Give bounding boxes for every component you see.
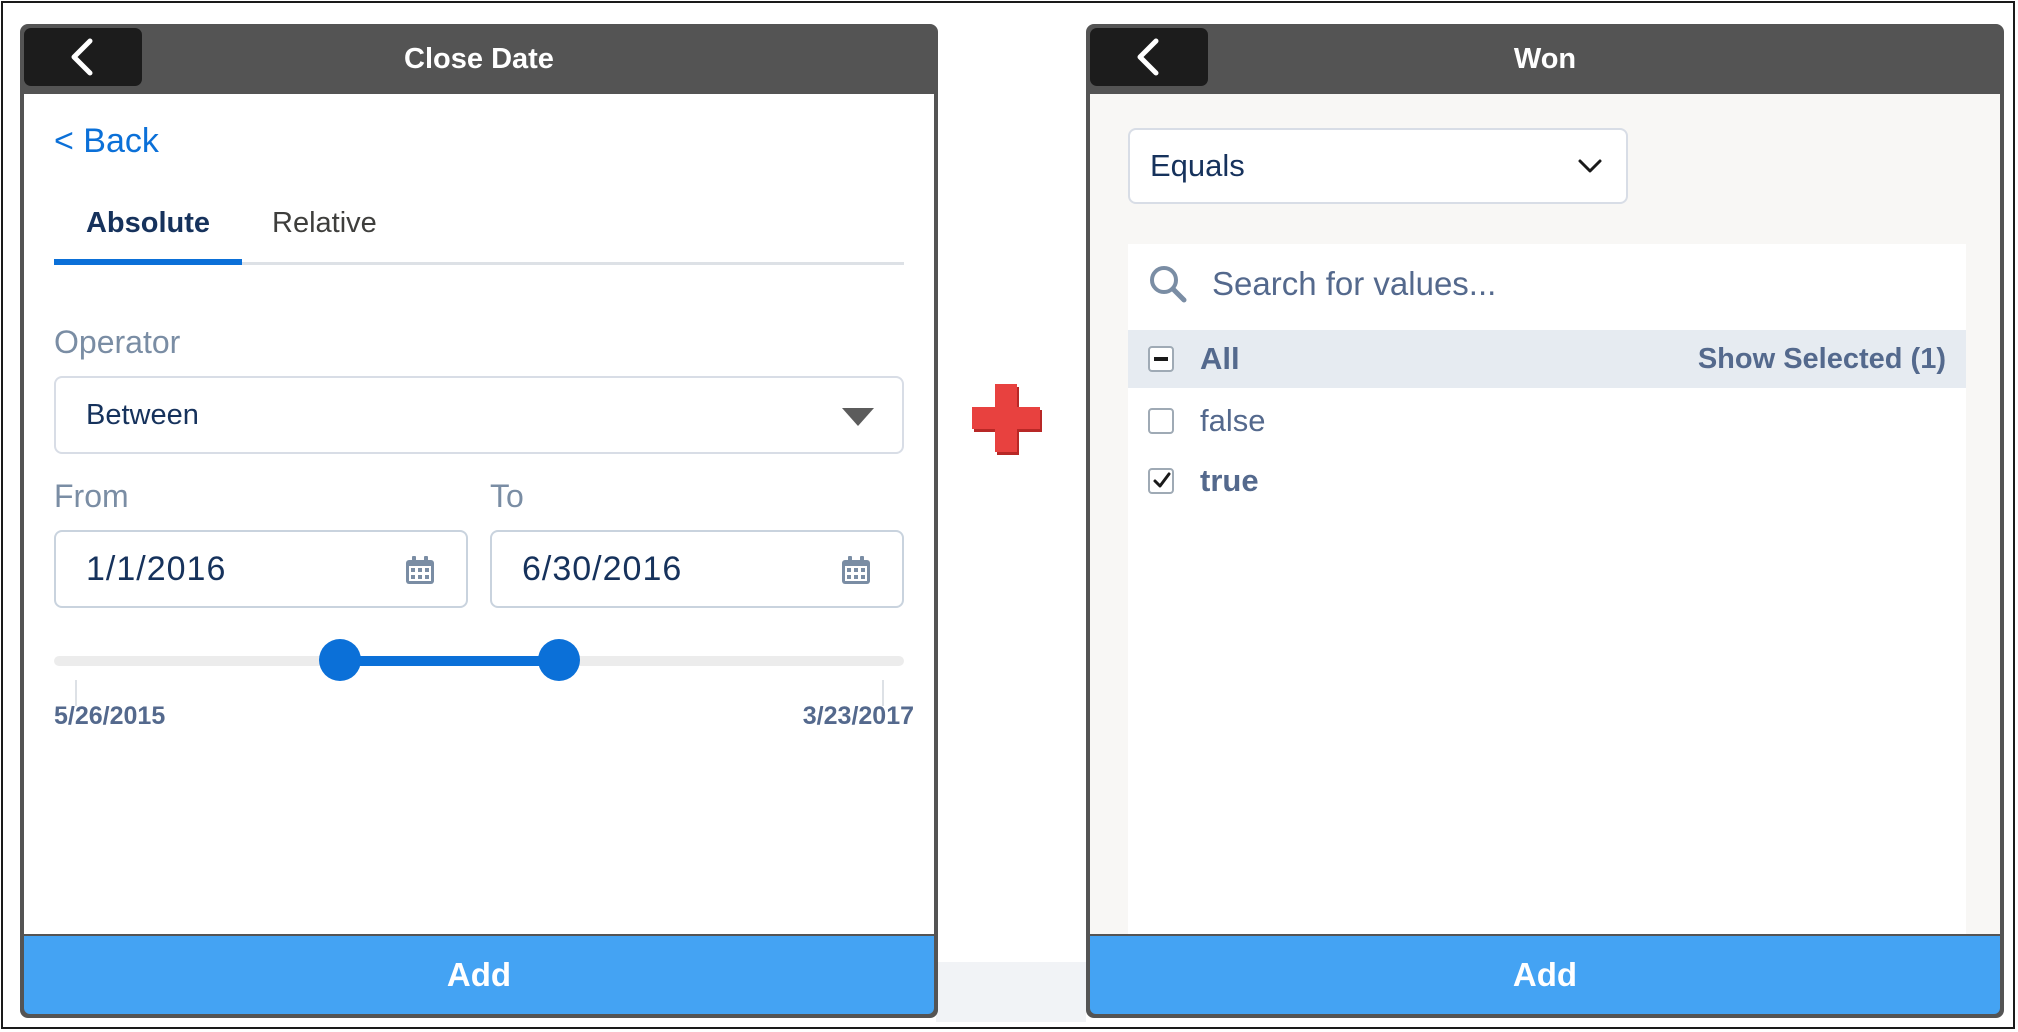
close-date-filter-panel: Close Date < Back Absolute Relative Oper… — [20, 24, 938, 1018]
panel-header: Won — [1086, 24, 2004, 94]
from-label: From — [54, 478, 129, 514]
calendar-icon[interactable] — [404, 554, 436, 586]
checkmark-icon — [1153, 472, 1171, 488]
add-button[interactable]: Add — [24, 936, 934, 1014]
panel-body: Equals All Show Selected (1) — [1090, 94, 2000, 934]
caret-down-icon — [842, 408, 874, 426]
chevron-left-icon — [1137, 38, 1159, 76]
operator-select[interactable]: Equals — [1128, 128, 1628, 204]
plus-icon — [972, 384, 1042, 455]
search-row — [1128, 244, 1966, 324]
slider-thumb-start[interactable] — [318, 639, 361, 681]
list-item[interactable]: true — [1128, 452, 1966, 512]
list-item[interactable]: false — [1128, 392, 1966, 452]
slider-selected-range — [339, 656, 559, 666]
background-strip — [936, 962, 1086, 1022]
indeterminate-minus-icon — [1154, 357, 1168, 361]
chevron-down-icon — [1578, 159, 1602, 173]
range-max-label: 3/23/2017 — [802, 702, 914, 730]
panel-header: Close Date — [20, 24, 938, 94]
from-date-value: 1/1/2016 — [86, 550, 227, 588]
chevron-left-icon — [71, 38, 93, 76]
panel-title: Close Date — [404, 43, 554, 75]
value-checkbox-true[interactable] — [1148, 468, 1174, 494]
value-checkbox-false[interactable] — [1148, 408, 1174, 434]
operator-label: Operator — [54, 324, 181, 360]
tab-relative[interactable]: Relative — [272, 190, 377, 262]
date-range-slider[interactable] — [54, 639, 904, 681]
tab-absolute[interactable]: Absolute — [54, 190, 242, 265]
calendar-icon[interactable] — [840, 554, 872, 586]
panel-title: Won — [1513, 43, 1577, 75]
operator-select[interactable]: Between — [54, 376, 904, 454]
range-min-label: 5/26/2015 — [54, 702, 166, 730]
header-back-button[interactable] — [1090, 28, 1208, 86]
date-mode-tabs: Absolute Relative — [54, 190, 904, 265]
select-all-row[interactable]: All Show Selected (1) — [1128, 330, 1966, 388]
show-selected-link[interactable]: Show Selected (1) — [1698, 330, 1946, 388]
value-label: false — [1200, 403, 1266, 438]
value-label: true — [1200, 463, 1259, 498]
from-date-field[interactable]: 1/1/2016 — [54, 530, 468, 608]
select-all-label: All — [1200, 341, 1240, 376]
to-label: To — [490, 478, 524, 514]
search-icon — [1150, 266, 1187, 303]
operator-select-value: Between — [86, 399, 199, 431]
select-all-checkbox[interactable] — [1148, 346, 1174, 372]
slider-thumb-end[interactable] — [537, 639, 580, 681]
to-date-value: 6/30/2016 — [522, 550, 683, 588]
back-link[interactable]: < Back — [54, 122, 159, 161]
to-date-field[interactable]: 6/30/2016 — [490, 530, 904, 608]
add-button[interactable]: Add — [1090, 936, 2000, 1014]
operator-select-value: Equals — [1150, 148, 1245, 183]
search-input[interactable] — [1212, 258, 1912, 310]
header-back-button[interactable] — [24, 28, 142, 86]
values-list: All Show Selected (1) false true — [1128, 244, 1966, 934]
panel-body: < Back Absolute Relative Operator Betwee… — [24, 94, 934, 934]
won-filter-panel: Won Equals Search for values... All Show… — [1086, 24, 2004, 1018]
